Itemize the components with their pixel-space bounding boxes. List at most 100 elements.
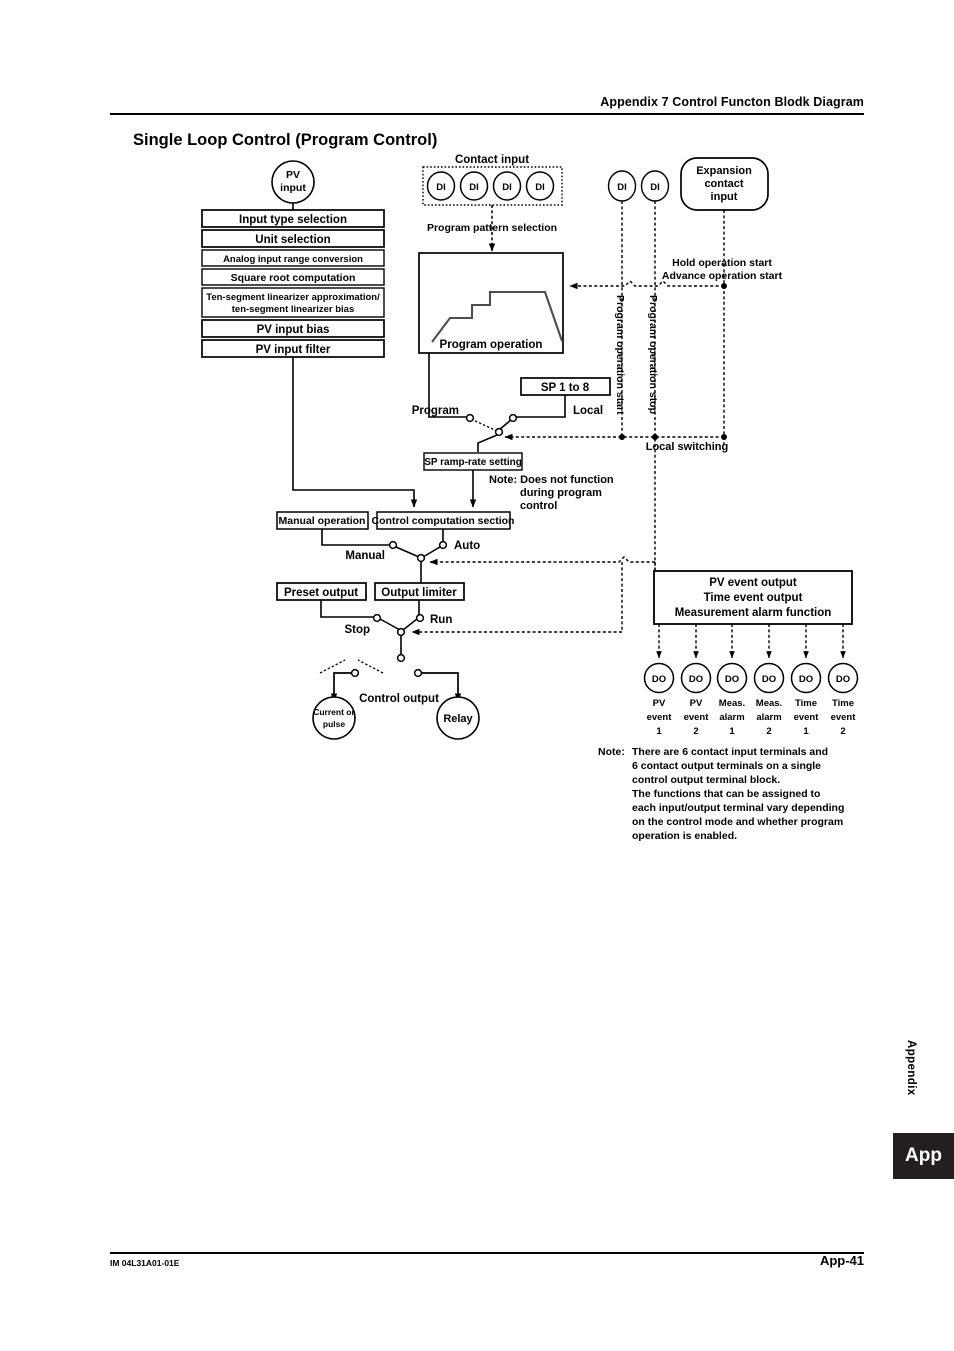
box-ten-segment-linearizer-label-line1: Ten-segment linearizer approximation/ xyxy=(206,292,380,303)
bottom-note-line: There are 6 contact input terminals and xyxy=(632,746,828,758)
do-terminal-label-line3: 2 xyxy=(693,726,698,737)
manual-switch-label: Manual xyxy=(345,550,385,562)
do-label: DO xyxy=(689,674,703,685)
running-head: Appendix 7 Control Functon Blodk Diagram xyxy=(600,95,864,109)
hold-operation-start-label: Hold operation start xyxy=(672,257,772,269)
di-label: DI xyxy=(650,182,660,193)
box-analog-input-range-conversion-label: Analog input range conversion xyxy=(223,254,363,265)
local-switching-label: Local switching xyxy=(646,441,729,453)
do-terminal[interactable]: DO Time event 1 xyxy=(790,624,822,737)
program-control-note-line3: control xyxy=(520,500,557,512)
bottom-note-line: 6 contact output terminals on a single xyxy=(632,760,821,772)
bottom-note-line: operation is enabled. xyxy=(632,830,737,842)
event-output-label-line3: Measurement alarm function xyxy=(675,607,832,619)
output-section: Preset output Output limiter Stop Run xyxy=(276,562,623,657)
di-label: DI xyxy=(617,182,627,193)
do-terminal-label-line2: alarm xyxy=(756,712,781,723)
relay-label: Relay xyxy=(443,713,473,725)
auto-manual-switch[interactable] xyxy=(388,540,448,563)
box-preset-output-label: Preset output xyxy=(284,587,358,599)
side-app-tab[interactable]: App xyxy=(893,1133,954,1179)
box-input-type-selection-label: Input type selection xyxy=(239,214,347,226)
do-terminal-label-line1: Meas. xyxy=(756,698,782,709)
do-terminal-label-line2: event xyxy=(647,712,673,723)
run-switch-label: Run xyxy=(430,614,452,626)
side-appendix-label: Appendix xyxy=(905,1040,917,1096)
page-number: App-41 xyxy=(819,1253,864,1268)
di-terminal[interactable]: DI xyxy=(426,171,456,201)
event-output-section: PV event output Time event output Measur… xyxy=(643,570,859,737)
do-terminal-label-line2: event xyxy=(831,712,857,723)
program-local-switch[interactable] xyxy=(465,413,518,437)
program-operation-label: Program operation xyxy=(440,339,543,351)
program-control-note-line2: during program xyxy=(520,487,602,499)
di-label: DI xyxy=(469,182,479,193)
bottom-note-line: The functions that can be assigned to xyxy=(632,788,820,800)
expansion-label-line1: Expansion xyxy=(696,165,752,177)
box-pv-input-bias-label: PV input bias xyxy=(257,324,330,336)
event-output-label-line1: PV event output xyxy=(709,577,797,589)
do-label: DO xyxy=(762,674,776,685)
side-app-tab-label: App xyxy=(905,1145,942,1166)
di-terminal-standalone[interactable]: DI xyxy=(640,170,670,202)
box-output-limiter-label: Output limiter xyxy=(381,587,457,599)
do-label: DO xyxy=(836,674,850,685)
pv-signal-path xyxy=(292,357,418,508)
do-terminal-label-line2: alarm xyxy=(719,712,744,723)
contact-input-label: Contact input xyxy=(455,154,529,166)
bottom-note: Note: There are 6 contact input terminal… xyxy=(598,746,844,842)
do-label: DO xyxy=(725,674,739,685)
di-terminal-standalone[interactable]: DI xyxy=(607,170,637,202)
di-terminal[interactable]: DI xyxy=(492,171,522,201)
di-label: DI xyxy=(535,182,545,193)
do-terminal-label-line1: Time xyxy=(795,698,817,709)
do-terminal-label-line3: 2 xyxy=(840,726,845,737)
box-pv-input-filter-label: PV input filter xyxy=(256,344,331,356)
relay-output: Relay xyxy=(436,696,480,740)
control-output-label: Control output xyxy=(359,693,439,705)
do-terminal-label-line2: event xyxy=(794,712,820,723)
di-label: DI xyxy=(502,182,512,193)
hold-advance-operation-signals: Hold operation start Advance operation s… xyxy=(569,257,783,290)
current-or-pulse-output: Current or pulse xyxy=(312,696,356,740)
program-switch-label: Program xyxy=(412,405,459,417)
do-terminal-label-line1: PV xyxy=(690,698,703,709)
box-sp-ramp-rate-setting-label: SP ramp-rate setting xyxy=(424,457,522,468)
do-terminal[interactable]: DO Meas. alarm 1 xyxy=(716,624,748,737)
document-page: Appendix 7 Control Functon Blodk Diagram… xyxy=(0,0,954,1351)
do-terminal-label-line2: event xyxy=(684,712,710,723)
di-terminal[interactable]: DI xyxy=(459,171,489,201)
box-manual-operation-label: Manual operation xyxy=(279,515,366,527)
pv-input-label-line2: input xyxy=(280,182,306,194)
program-operation-stop-label: Program operation stop xyxy=(647,295,659,414)
control-section: Manual operation Control computation sec… xyxy=(276,511,656,585)
expansion-label-line3: input xyxy=(711,191,738,203)
di-terminal[interactable]: DI xyxy=(525,171,555,201)
control-function-block-diagram: PV input Contact input DI DI DI DI DI DI… xyxy=(201,154,859,842)
do-terminal-label-line1: PV xyxy=(653,698,666,709)
do-terminal[interactable]: DO Time event 2 xyxy=(827,624,859,737)
box-sp-1-to-8-label: SP 1 to 8 xyxy=(541,382,590,394)
local-switching-signal: Local switching xyxy=(504,433,729,453)
input-processing-chain: Input type selection Unit selection Anal… xyxy=(201,208,418,508)
control-output-section: Control output Current or pulse Relay xyxy=(312,653,480,740)
program-control-note-line1: Note: Does not function xyxy=(489,474,614,486)
event-output-label-line2: Time event output xyxy=(704,592,803,604)
pv-input-label-line1: PV xyxy=(286,169,300,181)
do-terminal[interactable]: DO PV event 1 xyxy=(643,624,675,737)
current-or-pulse-label-line1: Current or xyxy=(313,707,355,717)
bottom-note-line: each input/output terminal vary dependin… xyxy=(632,802,844,814)
header-rule xyxy=(110,113,864,115)
sp-ramp-rate-section: SP ramp-rate setting Note: Does not func… xyxy=(423,452,614,512)
current-or-pulse-label-line2: pulse xyxy=(323,719,345,729)
do-terminal-label-line3: 1 xyxy=(656,726,662,737)
program-operation-start-label: Program operation start xyxy=(614,295,626,415)
do-terminal-label-line3: 2 xyxy=(766,726,771,737)
pv-input-node: PV input xyxy=(271,160,315,210)
di-label: DI xyxy=(436,182,446,193)
contact-input-group: Contact input DI DI DI DI xyxy=(422,154,563,206)
do-terminal-label-line3: 1 xyxy=(803,726,809,737)
do-terminal[interactable]: DO PV event 2 xyxy=(680,624,712,737)
do-terminal[interactable]: DO Meas. alarm 2 xyxy=(753,624,785,737)
advance-operation-start-label: Advance operation start xyxy=(662,270,783,282)
